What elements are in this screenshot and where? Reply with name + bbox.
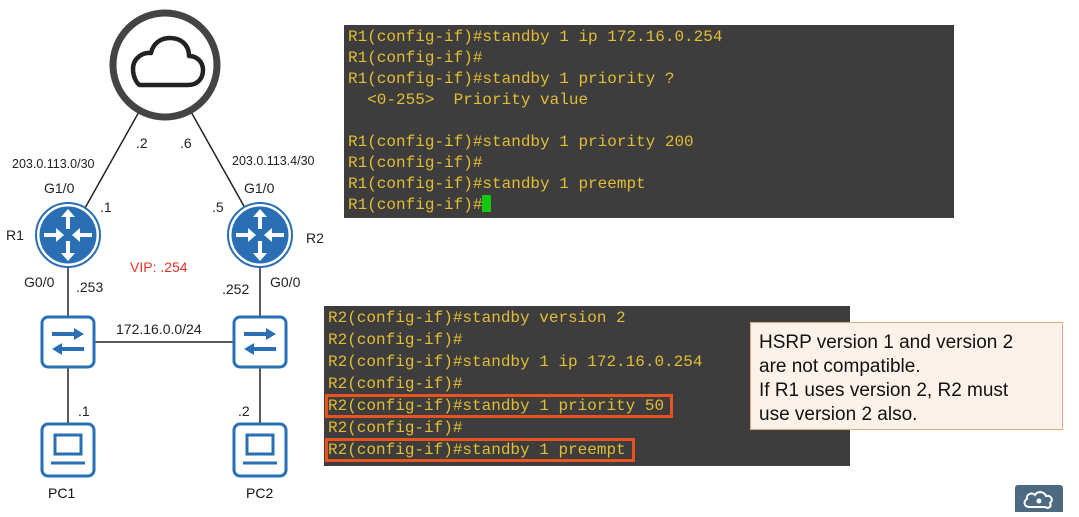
lan-net: 172.16.0.0/24 <box>116 321 202 337</box>
highlighted-command-priority: R2(config-if)#standby 1 priority 50 <box>324 394 674 418</box>
note-line: are not compatible. <box>759 356 921 377</box>
r1-bottom-iface: G0/0 <box>24 274 55 290</box>
terminal-line: R1(config-if)#standby 1 priority 200 <box>348 133 694 151</box>
channel-logo-icon <box>1015 485 1063 512</box>
pc1-icon <box>40 422 96 478</box>
r2-top-ip: .5 <box>212 199 224 215</box>
switch-sw2-icon <box>232 315 288 369</box>
pc1-ip: .1 <box>78 403 90 419</box>
r2-bottom-ip: .252 <box>222 281 249 297</box>
internet-cloud-icon <box>109 9 221 121</box>
terminal-line: R1(config-if)#standby 1 priority ? <box>348 70 675 88</box>
terminal-prompt: R1(config-if)# <box>348 196 483 214</box>
terminal-prompt-line[interactable]: R1(config-if)# <box>348 195 954 216</box>
r2-top-iface: G1/0 <box>244 180 275 196</box>
terminal-line: <0-255> Priority value <box>348 91 589 109</box>
pc2-name: PC2 <box>246 485 273 501</box>
network-topology: .2 .6 203.0.113.0/30 203.0.113.4/30 G1/0… <box>6 9 324 501</box>
r2-bottom-iface: G0/0 <box>270 274 301 290</box>
r1-top-iface: G1/0 <box>44 180 75 196</box>
r1-name: R1 <box>6 227 24 243</box>
note-line: HSRP version 1 and version 2 <box>759 332 1014 353</box>
router-r1-icon <box>35 202 101 268</box>
switch-sw1-icon <box>40 315 96 369</box>
highlighted-command-preempt: R2(config-if)#standby 1 preempt <box>325 438 635 462</box>
router-r2-icon <box>227 202 293 268</box>
r1-bottom-ip: .253 <box>76 279 103 295</box>
terminal-line: R1(config-if)#standby 1 preempt <box>348 175 646 193</box>
terminal-line: R1(config-if)#standby 1 ip 172.16.0.254 <box>348 28 723 46</box>
r1-top-ip: .1 <box>100 199 112 215</box>
r2-name: R2 <box>306 230 324 246</box>
terminal-line: R1(config-if)# <box>348 154 483 172</box>
r1-terminal: R1(config-if)#standby 1 ip 172.16.0.254 … <box>344 25 954 218</box>
cloud-r2-ip: .6 <box>180 135 192 151</box>
pc2-ip: .2 <box>238 403 250 419</box>
note-line: use version 2 also. <box>759 404 918 425</box>
vip-label: VIP: .254 <box>130 259 188 275</box>
net-r2-cloud: 203.0.113.4/30 <box>232 154 315 168</box>
highlighted-line-preempt: R2(config-if)#standby 1 preempt <box>325 438 850 462</box>
net-r1-cloud: 203.0.113.0/30 <box>12 157 95 171</box>
cloud-r1-ip: .2 <box>136 135 148 151</box>
hsrp-version-note: HSRP version 1 and version 2 are not com… <box>750 322 1063 430</box>
terminal-line: R1(config-if)# <box>348 49 483 67</box>
note-line: If R1 uses version 2, R2 must <box>759 380 1009 401</box>
pc1-name: PC1 <box>48 485 75 501</box>
pc2-icon <box>232 422 288 478</box>
terminal-cursor <box>482 195 492 212</box>
